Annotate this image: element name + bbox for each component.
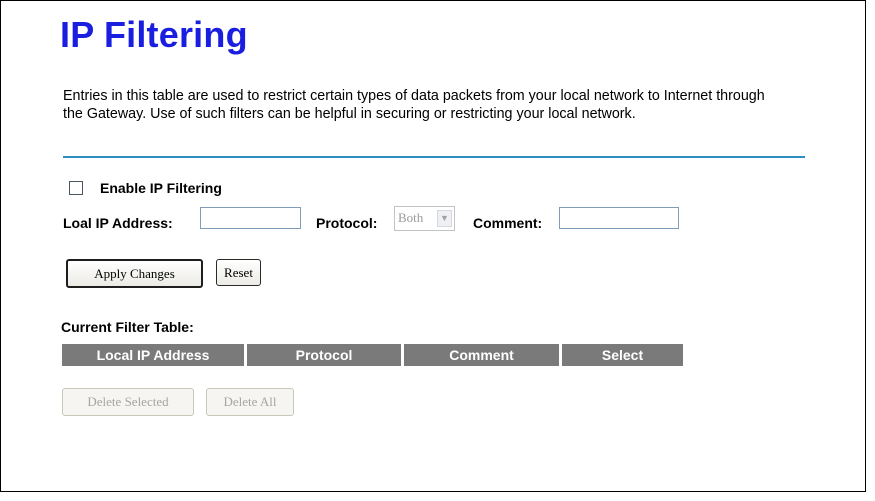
delete-all-button[interactable]: Delete All <box>206 388 294 416</box>
page-description: Entries in this table are used to restri… <box>63 88 765 122</box>
apply-changes-button[interactable]: Apply Changes <box>66 259 203 288</box>
column-header-local-ip: Local IP Address <box>62 344 244 366</box>
protocol-label: Protocol: <box>316 215 378 231</box>
comment-input[interactable] <box>559 207 679 229</box>
reset-button[interactable]: Reset <box>216 259 261 286</box>
chevron-down-icon: ▼ <box>437 210 452 227</box>
column-header-protocol: Protocol <box>247 344 401 366</box>
filter-table-header: Local IP Address Protocol Comment Select <box>62 344 686 366</box>
column-header-select: Select <box>562 344 683 366</box>
column-header-comment: Comment <box>404 344 559 366</box>
page-frame <box>0 0 875 501</box>
delete-selected-button[interactable]: Delete Selected <box>62 388 194 416</box>
enable-ip-filtering-checkbox[interactable] <box>69 181 83 195</box>
protocol-select[interactable]: Both ▼ <box>394 206 455 231</box>
frame-bottom-border <box>0 491 866 501</box>
comment-label: Comment: <box>473 215 543 231</box>
frame-right-border <box>865 0 875 501</box>
enable-ip-filtering-label: Enable IP Filtering <box>100 180 222 196</box>
protocol-select-value: Both <box>398 210 424 225</box>
section-divider <box>63 156 805 158</box>
local-ip-input[interactable] <box>200 207 301 229</box>
page-title: IP Filtering <box>60 14 248 55</box>
filter-table-caption: Current Filter Table: <box>61 319 194 335</box>
local-ip-label: Loal IP Address: <box>63 215 173 231</box>
